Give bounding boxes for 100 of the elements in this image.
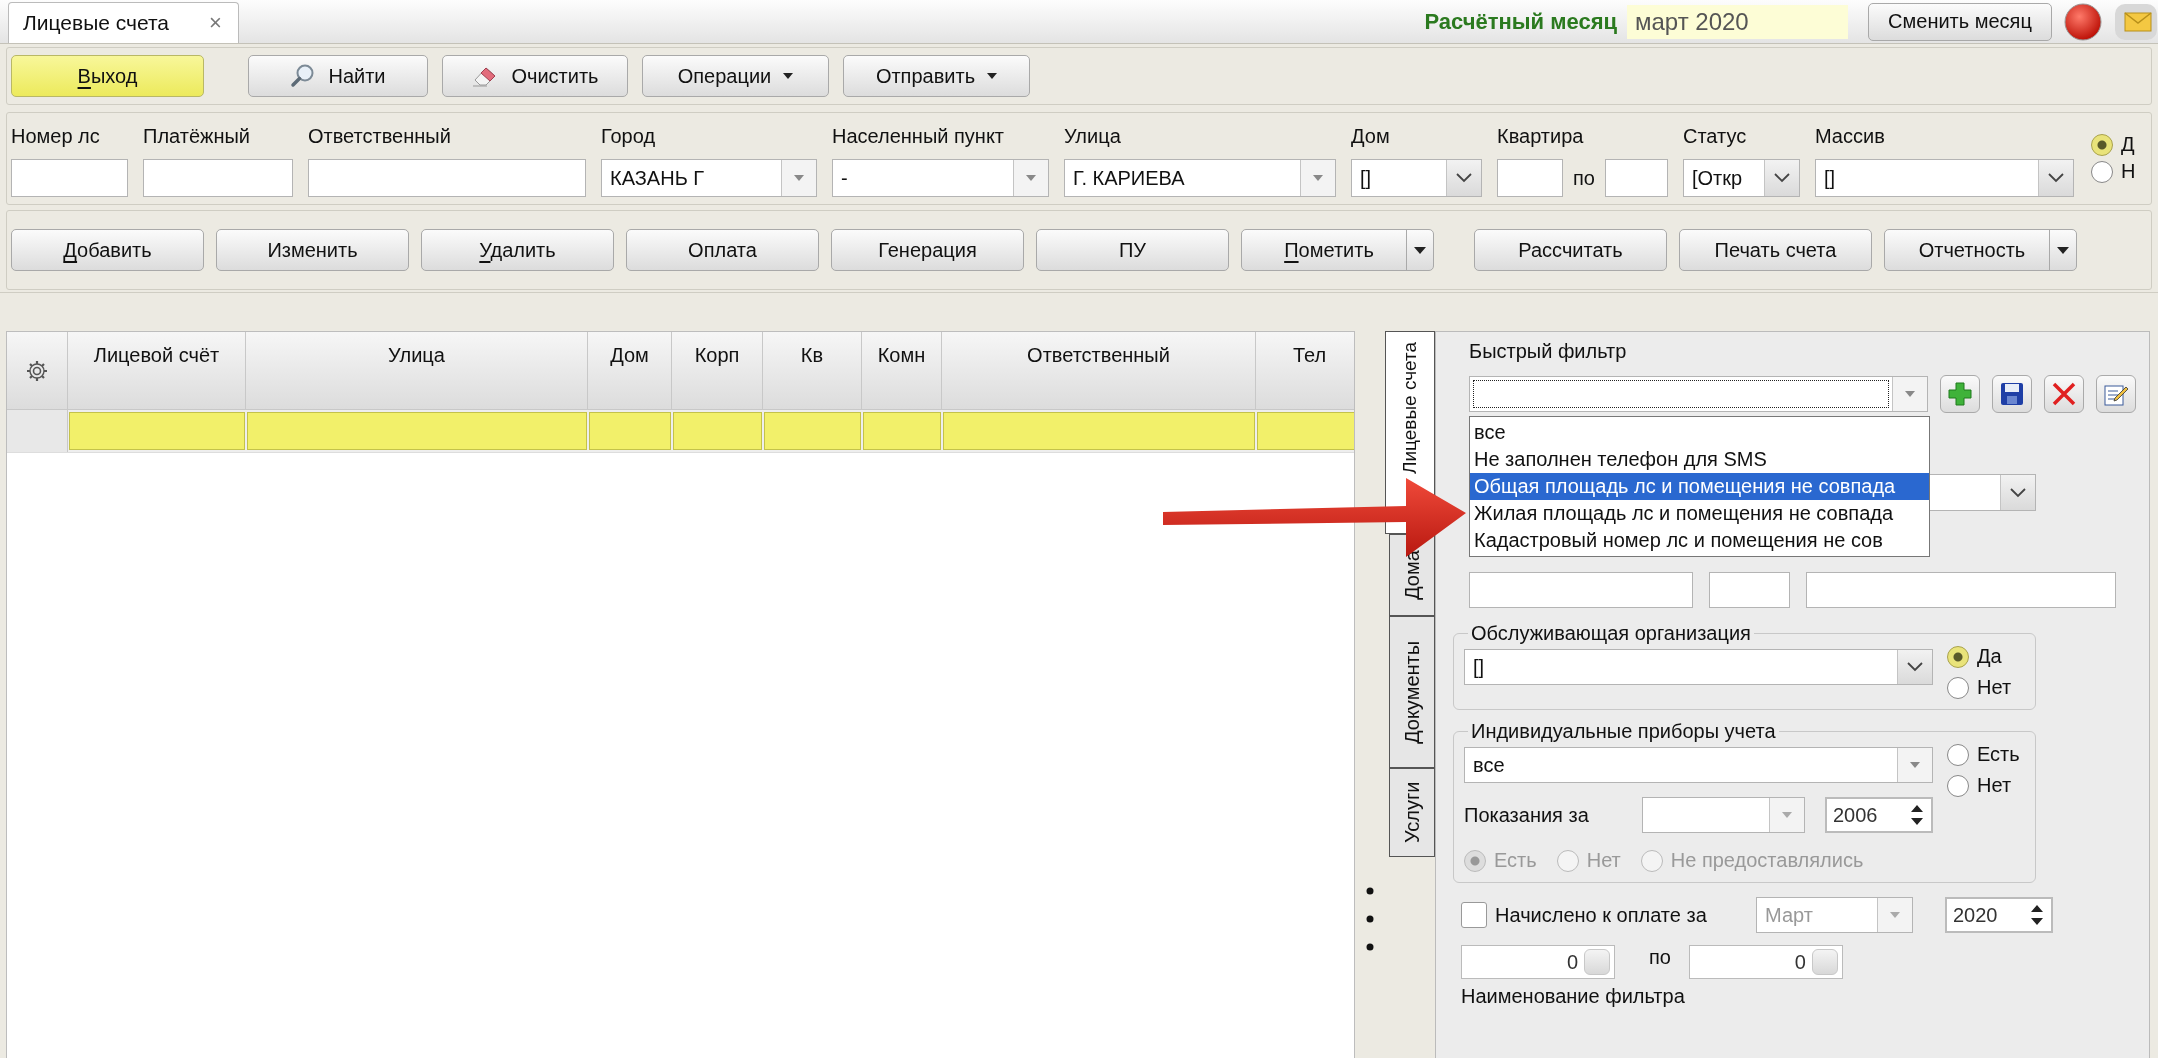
filter-cell[interactable] [1257,412,1354,450]
edit-button[interactable] [2096,375,2136,413]
action-button[interactable]: Изменить [216,229,409,271]
year-spinner[interactable]: 2020 [1945,897,2053,933]
chevron-icon [1773,173,1790,183]
close-icon[interactable]: × [209,10,222,36]
mail-icon[interactable] [2114,2,2158,41]
field-label: Ответственный [308,125,452,149]
dropdown-field[interactable]: КАЗАНЬ Г [601,159,817,197]
column-header[interactable]: Комн [862,332,942,409]
chevron-icon [2010,487,2026,498]
action-button[interactable]: Добавить [11,229,204,271]
dropdown-field[interactable]: - [832,159,1049,197]
filter-cell[interactable] [69,412,245,450]
caret-icon [1782,812,1792,818]
column-header[interactable]: Тел [1256,332,1354,409]
save-button[interactable] [1992,375,2032,413]
dropdown-field[interactable]: [] [1814,159,2074,197]
menu-button[interactable]: Отправить [843,55,1030,97]
split-button[interactable]: Пометить [1241,229,1434,271]
number-field[interactable]: 0 [1461,945,1615,979]
dropdown-field[interactable]: [Откр [1682,159,1800,197]
side-tab[interactable]: Дома [1389,534,1435,616]
field-label: Платёжный [143,125,251,149]
caret-icon [794,175,804,181]
field-label: Показания за [1464,803,1590,827]
dropdown-field[interactable]: [] [1351,159,1482,197]
plus-icon [1947,381,1973,407]
radio-button[interactable]: Нет [1947,774,2020,797]
clear-button[interactable]: Очистить [442,55,628,97]
caret-icon [987,73,998,79]
dropdown-field[interactable] [1642,797,1805,833]
caret-icon [1313,175,1323,181]
text-field[interactable] [1497,159,1563,197]
text-field[interactable] [1469,572,1693,608]
settings-icon[interactable] [25,358,49,383]
text-field[interactable] [308,159,586,197]
year-spinner[interactable]: 2006 [1825,797,1933,833]
field-label: Массив [1814,125,1886,149]
search-button[interactable]: Найти [248,55,428,97]
side-tab[interactable]: Документы [1389,616,1435,768]
dropdown-option[interactable]: Не заполнен телефон для SMS [1470,446,1929,473]
filter-cell[interactable] [863,412,941,450]
checkbox[interactable]: Начислено к оплате за [1461,902,1756,928]
field-label: Квартира [1497,125,1585,149]
dropdown-field[interactable]: все [1464,747,1933,783]
chevron-icon [1907,662,1923,672]
split-button[interactable]: Отчетность [1884,229,2077,271]
dropdown-option[interactable]: Жилая площадь лс и помещения не совпада [1470,500,1929,527]
text-field[interactable] [143,159,293,197]
column-header[interactable]: Дом [588,332,672,409]
column-header[interactable]: Улица [246,332,588,409]
text-field[interactable] [1604,159,1668,197]
text-field[interactable] [11,159,128,197]
filter-cell[interactable] [673,412,762,450]
close-icon [2051,381,2077,407]
radio-button[interactable]: Есть [1947,743,2020,766]
range-separator: по [1573,166,1595,190]
menu-button[interactable]: Операции [642,55,829,97]
text-field[interactable] [1806,572,2116,608]
number-field[interactable]: 0 [1688,945,1843,979]
action-button[interactable]: Генерация [831,229,1024,271]
indicator-icon[interactable] [2062,2,2104,41]
filter-cell[interactable] [943,412,1255,450]
grip-icon[interactable] [1366,887,1374,951]
column-header[interactable]: Корп [672,332,763,409]
dropdown-field[interactable] [1469,376,1928,412]
chevron-icon [2047,173,2064,183]
action-button[interactable]: Удалить [421,229,614,271]
filter-cell[interactable] [247,412,587,450]
field-label: Дом [1351,125,1391,149]
dropdown-field[interactable]: [] [1464,649,1933,685]
filter-cell[interactable] [764,412,861,450]
document-tab[interactable]: Лицевые счета × [8,2,239,43]
period-label: Расчётный месяц [1424,8,1617,35]
caret-icon [1890,912,1900,918]
action-button[interactable]: Оплата [626,229,819,271]
exit-button[interactable]: Выход [11,55,204,97]
dropdown-field[interactable]: Г. КАРИЕВА [1064,159,1336,197]
column-header[interactable]: Кв [763,332,862,409]
action-button[interactable]: ПУ [1036,229,1229,271]
caret-icon [1910,762,1920,768]
action-button[interactable]: Рассчитать [1474,229,1667,271]
filter-cell[interactable] [589,412,671,450]
add-button[interactable] [1940,375,1980,413]
column-header[interactable]: Ответственный [942,332,1256,409]
radio-button[interactable]: Нет [1947,676,2012,699]
text-field[interactable] [1709,572,1790,608]
column-header[interactable]: Лицевой счёт [68,332,246,409]
dropdown-option[interactable]: Кадастровый номер лс и помещения не сов [1470,527,1929,554]
caret-icon [1026,175,1036,181]
change-month-button[interactable]: Сменить месяц [1868,2,2052,41]
delete-button[interactable] [2044,375,2084,413]
field-label: Статус [1682,125,1748,149]
radio-button[interactable]: Да [1947,645,2012,668]
dropdown-option[interactable]: Общая площадь лс и помещения не совпада [1470,473,1929,500]
dropdown-option[interactable]: все [1470,419,1929,446]
side-tab[interactable]: Услуги [1389,768,1435,857]
action-button[interactable]: Печать счета [1679,229,1872,271]
caret-icon [1414,246,1426,254]
